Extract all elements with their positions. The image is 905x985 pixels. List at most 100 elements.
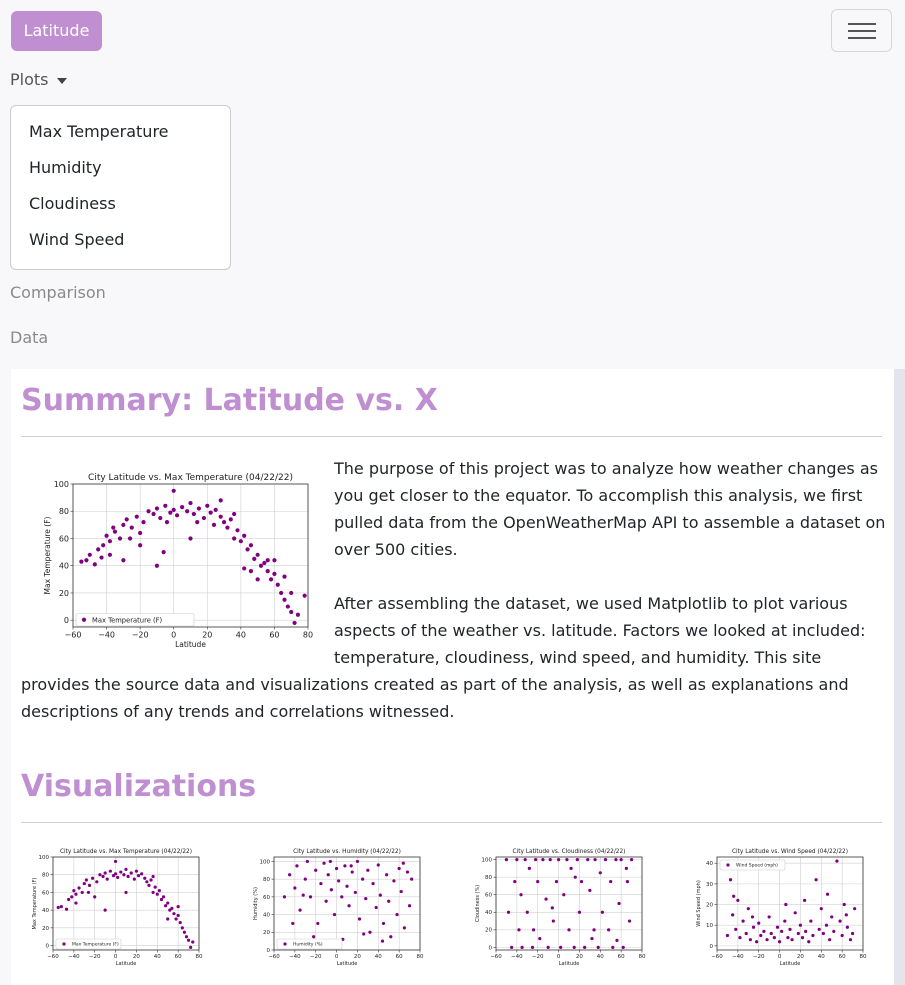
data-point	[389, 935, 393, 939]
data-point	[255, 577, 260, 582]
data-point	[272, 571, 277, 576]
data-point	[195, 520, 200, 525]
data-point	[107, 539, 113, 544]
data-point	[185, 509, 190, 514]
data-point	[410, 877, 414, 881]
data-point	[548, 858, 552, 862]
data-point	[593, 858, 597, 862]
data-point	[380, 939, 385, 943]
data-point	[772, 936, 776, 940]
data-point	[825, 892, 830, 896]
data-point	[368, 930, 372, 934]
data-point	[319, 881, 323, 886]
data-point	[235, 528, 240, 533]
summary-p2-line: aspects of the weather vs. latitude. Fac…	[334, 621, 866, 640]
data-point	[201, 515, 207, 521]
data-point	[769, 931, 773, 936]
y-tick-label: 0	[489, 945, 493, 951]
viz-humidity-chart[interactable]: City Latitude vs. Humidity (04/22/22) −60…	[244, 847, 424, 972]
data-point	[121, 522, 126, 527]
viz-wind-speed-chart[interactable]: City Latitude vs. Wind Speed (04/22/22) −…	[687, 847, 867, 972]
y-tick-label: 0	[64, 616, 69, 625]
data-point	[151, 511, 156, 517]
x-tick-label: −40	[68, 954, 80, 960]
x-tick-label: 20	[797, 954, 804, 960]
x-tick-label: 20	[354, 954, 361, 960]
x-tick-label: 80	[860, 954, 867, 960]
summary-p1-line: pulled data from the OpenWeatherMap API …	[334, 513, 886, 532]
data-point	[164, 520, 170, 525]
x-tick-label: 40	[597, 954, 604, 960]
x-tick-label: 80	[639, 954, 646, 960]
dropdown-item-humidity[interactable]: Humidity	[11, 150, 230, 186]
viz-temperature-chart[interactable]: City Latitude vs. Max Temperature (04/22…	[23, 847, 203, 972]
data-point	[728, 878, 733, 882]
y-tick-label: 100	[39, 855, 50, 861]
data-point	[551, 919, 555, 923]
x-tick-label: −60	[268, 954, 280, 960]
data-point	[113, 872, 118, 876]
page-gutter	[894, 369, 905, 985]
x-tick-label: −20	[310, 954, 322, 960]
x-tick-label: 60	[396, 954, 403, 960]
data-point	[517, 928, 521, 932]
data-point	[385, 873, 389, 877]
data-point	[77, 886, 81, 890]
data-point	[850, 931, 855, 936]
data-point	[172, 912, 176, 916]
y-tick-label: 40	[263, 912, 270, 918]
data-point	[314, 868, 318, 872]
data-point	[96, 547, 101, 552]
data-point	[738, 936, 742, 940]
navbar-toggler-button[interactable]	[831, 9, 892, 52]
data-point	[614, 858, 618, 862]
data-point	[556, 858, 561, 862]
data-point	[759, 933, 763, 938]
x-tick-label: 20	[576, 954, 583, 960]
data-point	[397, 866, 401, 871]
data-point	[74, 901, 78, 905]
x-tick-label: 40	[818, 954, 825, 960]
data-point	[188, 500, 193, 506]
data-point	[621, 945, 625, 949]
data-point	[147, 883, 151, 887]
x-tick-label: 0	[778, 954, 782, 960]
data-point	[248, 543, 254, 548]
data-point	[811, 933, 815, 938]
data-point	[525, 910, 529, 914]
data-point	[579, 879, 584, 884]
data-point	[345, 884, 349, 888]
dropdown-item-max-temperature[interactable]: Max Temperature	[11, 114, 230, 150]
legend-label: Humidity (%)	[293, 942, 323, 948]
data-point	[573, 875, 577, 879]
data-point	[134, 514, 139, 519]
data-point	[741, 919, 745, 923]
y-tick-label: 10	[706, 923, 713, 929]
data-point	[378, 893, 382, 897]
data-point	[796, 931, 800, 936]
dropdown-item-cloudiness[interactable]: Cloudiness	[11, 186, 230, 222]
data-point	[225, 525, 230, 530]
data-point	[376, 863, 380, 867]
data-point	[305, 859, 309, 864]
data-point	[800, 936, 805, 940]
data-point	[361, 877, 365, 881]
nav-link-data[interactable]: Data	[10, 328, 48, 347]
data-point	[788, 927, 792, 931]
dropdown-item-wind-speed[interactable]: Wind Speed	[11, 222, 230, 258]
x-tick-label: −60	[711, 954, 723, 960]
data-point	[143, 876, 147, 880]
plots-dropdown-toggle[interactable]: Plots	[10, 70, 67, 89]
data-point	[848, 938, 853, 942]
summary-heading: Summary: Latitude vs. X	[21, 383, 438, 418]
brand-button[interactable]: Latitude	[11, 11, 102, 51]
data-point	[569, 866, 573, 871]
data-point	[218, 514, 223, 519]
data-point	[326, 873, 330, 877]
data-point	[607, 928, 611, 932]
data-point	[732, 894, 736, 898]
data-point	[124, 867, 128, 871]
viz-cloudiness-chart[interactable]: City Latitude vs. Cloudiness (04/22/22) −…	[466, 847, 646, 972]
y-axis-label: Wind Speed (mph)	[696, 880, 702, 927]
nav-link-comparison[interactable]: Comparison	[10, 283, 106, 302]
